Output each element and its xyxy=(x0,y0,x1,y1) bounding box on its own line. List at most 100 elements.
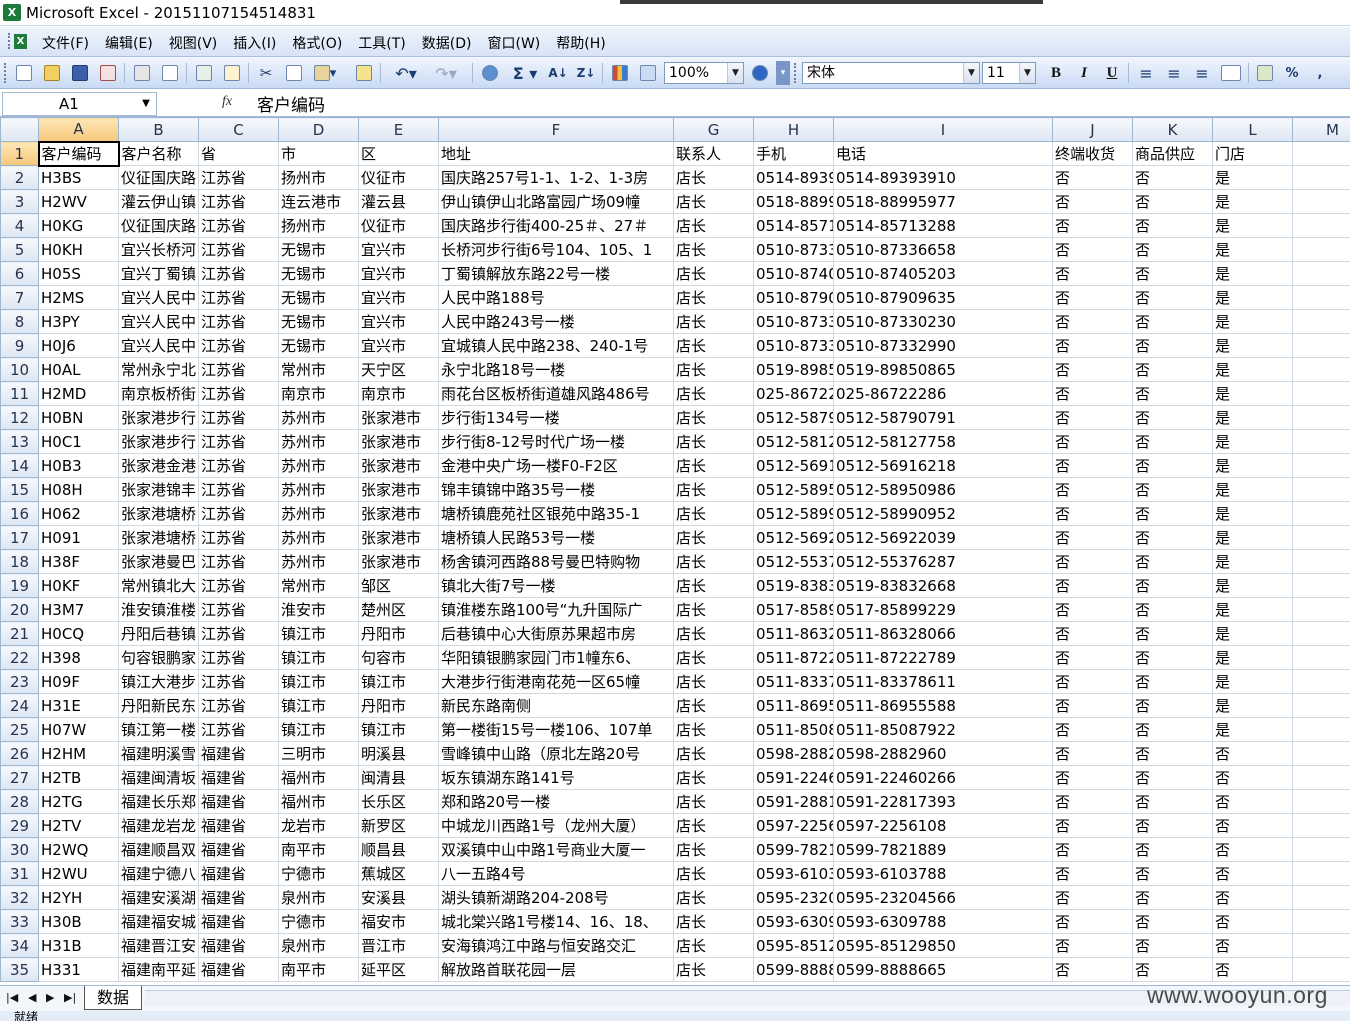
cell[interactable]: 0512-58990952 xyxy=(833,501,1053,526)
cell[interactable]: 否 xyxy=(1212,789,1293,814)
cell[interactable]: H0B3 xyxy=(38,453,119,478)
cell[interactable]: H30B xyxy=(38,909,119,934)
cell[interactable] xyxy=(1292,477,1350,502)
cell[interactable]: 0597-2256 xyxy=(753,813,834,838)
cell[interactable]: 宜兴市 xyxy=(358,261,439,286)
cell[interactable]: H2MD xyxy=(38,381,119,406)
cell[interactable]: 丹阳市 xyxy=(358,693,439,718)
cell[interactable]: 店长 xyxy=(673,957,754,982)
cell[interactable]: 是 xyxy=(1212,645,1293,670)
cell[interactable] xyxy=(1292,429,1350,454)
row-header[interactable]: 20 xyxy=(0,597,39,622)
row-header[interactable]: 33 xyxy=(0,909,39,934)
cell[interactable]: 否 xyxy=(1132,429,1213,454)
cell[interactable]: 否 xyxy=(1212,813,1293,838)
cell[interactable]: 人民中路243号一楼 xyxy=(438,309,674,334)
cell[interactable]: 双溪镇中山中路1号商业大厦一 xyxy=(438,837,674,862)
prev-sheet-icon[interactable]: ◀ xyxy=(28,991,36,1004)
cell[interactable]: 否 xyxy=(1132,285,1213,310)
cell[interactable]: 镇江市 xyxy=(278,621,359,646)
cell[interactable]: 福建宁德八 xyxy=(118,861,199,886)
cell[interactable]: 0510-8733 xyxy=(753,237,834,262)
cell[interactable]: 否 xyxy=(1132,213,1213,238)
cell[interactable]: 杨舍镇河西路88号曼巴特购物 xyxy=(438,549,674,574)
cell[interactable]: 福建福安城 xyxy=(118,909,199,934)
cell[interactable]: 宜兴人民中 xyxy=(118,333,199,358)
cell[interactable]: 0511-8337 xyxy=(753,669,834,694)
cell[interactable]: 否 xyxy=(1052,309,1133,334)
cell[interactable]: 南京市 xyxy=(358,381,439,406)
row-header[interactable]: 31 xyxy=(0,861,39,886)
toolbar-grip[interactable] xyxy=(4,63,10,83)
cell[interactable]: 福建闽清坂 xyxy=(118,765,199,790)
cell[interactable]: 张家港市 xyxy=(358,477,439,502)
cell[interactable]: 店长 xyxy=(673,405,754,430)
column-header[interactable]: C xyxy=(198,117,279,142)
cell[interactable]: 0514-8939 xyxy=(753,165,834,190)
cell[interactable]: 金港中央广场一楼F0-F2区 xyxy=(438,453,674,478)
cell[interactable]: H062 xyxy=(38,501,119,526)
cell[interactable]: 无锡市 xyxy=(278,261,359,286)
row-header[interactable]: 9 xyxy=(0,333,39,358)
cell[interactable]: 镇江市 xyxy=(278,693,359,718)
cell[interactable]: 是 xyxy=(1212,285,1293,310)
cell[interactable]: 宜兴市 xyxy=(358,285,439,310)
cell[interactable] xyxy=(1292,237,1350,262)
cell[interactable]: 苏州市 xyxy=(278,477,359,502)
research-icon[interactable] xyxy=(222,63,242,83)
cell[interactable]: 福安市 xyxy=(358,909,439,934)
cell[interactable]: 否 xyxy=(1052,693,1133,718)
menu-item[interactable]: 工具(T) xyxy=(350,33,413,53)
cell[interactable]: 0512-5895 xyxy=(753,477,834,502)
cell[interactable]: H2WQ xyxy=(38,837,119,862)
cell[interactable]: 0511-83378611 xyxy=(833,669,1053,694)
cell[interactable]: 0518-88995977 xyxy=(833,189,1053,214)
cell[interactable] xyxy=(1292,165,1350,190)
cell[interactable]: 扬州市 xyxy=(278,213,359,238)
cell[interactable] xyxy=(1292,141,1350,166)
cell[interactable]: 0512-5537 xyxy=(753,549,834,574)
menu-item[interactable]: 数据(D) xyxy=(414,33,480,53)
cell[interactable]: 0510-8733 xyxy=(753,333,834,358)
cell[interactable]: 店长 xyxy=(673,597,754,622)
cell[interactable]: 闽清县 xyxy=(358,765,439,790)
format-painter-icon[interactable] xyxy=(354,63,374,83)
cell[interactable]: 0512-58950986 xyxy=(833,477,1053,502)
cell[interactable]: 无锡市 xyxy=(278,309,359,334)
menu-item[interactable]: 窗口(W) xyxy=(480,33,549,53)
cell[interactable]: 店长 xyxy=(673,333,754,358)
chevron-down-icon[interactable]: ▼ xyxy=(963,63,979,83)
cell[interactable]: 店长 xyxy=(673,573,754,598)
cell[interactable]: 楚州区 xyxy=(358,597,439,622)
cell[interactable]: 否 xyxy=(1212,741,1293,766)
cell[interactable]: 否 xyxy=(1052,261,1133,286)
cell[interactable]: 丁蜀镇解放东路22号一楼 xyxy=(438,261,674,286)
cell[interactable]: 福建省 xyxy=(198,813,279,838)
cell[interactable]: 否 xyxy=(1052,165,1133,190)
formula-input[interactable]: 客户编码 xyxy=(257,91,325,116)
cell[interactable]: 福建省 xyxy=(198,765,279,790)
cell[interactable]: 0519-83832668 xyxy=(833,573,1053,598)
cell[interactable]: 否 xyxy=(1052,717,1133,742)
cell[interactable]: 福建省 xyxy=(198,789,279,814)
row-header[interactable]: 12 xyxy=(0,405,39,430)
cell[interactable]: 镇江市 xyxy=(278,645,359,670)
column-header[interactable]: I xyxy=(833,117,1053,142)
cell[interactable]: 否 xyxy=(1052,861,1133,886)
cell[interactable]: 江苏省 xyxy=(198,525,279,550)
cell[interactable]: 否 xyxy=(1132,405,1213,430)
cell[interactable]: 否 xyxy=(1212,885,1293,910)
cell[interactable]: 否 xyxy=(1132,525,1213,550)
cell[interactable]: 是 xyxy=(1212,237,1293,262)
cell[interactable]: 店长 xyxy=(673,765,754,790)
cell[interactable]: 解放路首联花园一层 xyxy=(438,957,674,982)
cell[interactable]: 雪峰镇中山路（原北左路20号 xyxy=(438,741,674,766)
cell[interactable]: 是 xyxy=(1212,333,1293,358)
cell[interactable]: 江苏省 xyxy=(198,285,279,310)
cell[interactable]: 长乐区 xyxy=(358,789,439,814)
cell[interactable]: 025-86722286 xyxy=(833,381,1053,406)
row-header[interactable]: 11 xyxy=(0,381,39,406)
cell[interactable]: 无锡市 xyxy=(278,285,359,310)
cell[interactable]: 镇江第一楼 xyxy=(118,717,199,742)
cell[interactable]: 张家港市 xyxy=(358,453,439,478)
